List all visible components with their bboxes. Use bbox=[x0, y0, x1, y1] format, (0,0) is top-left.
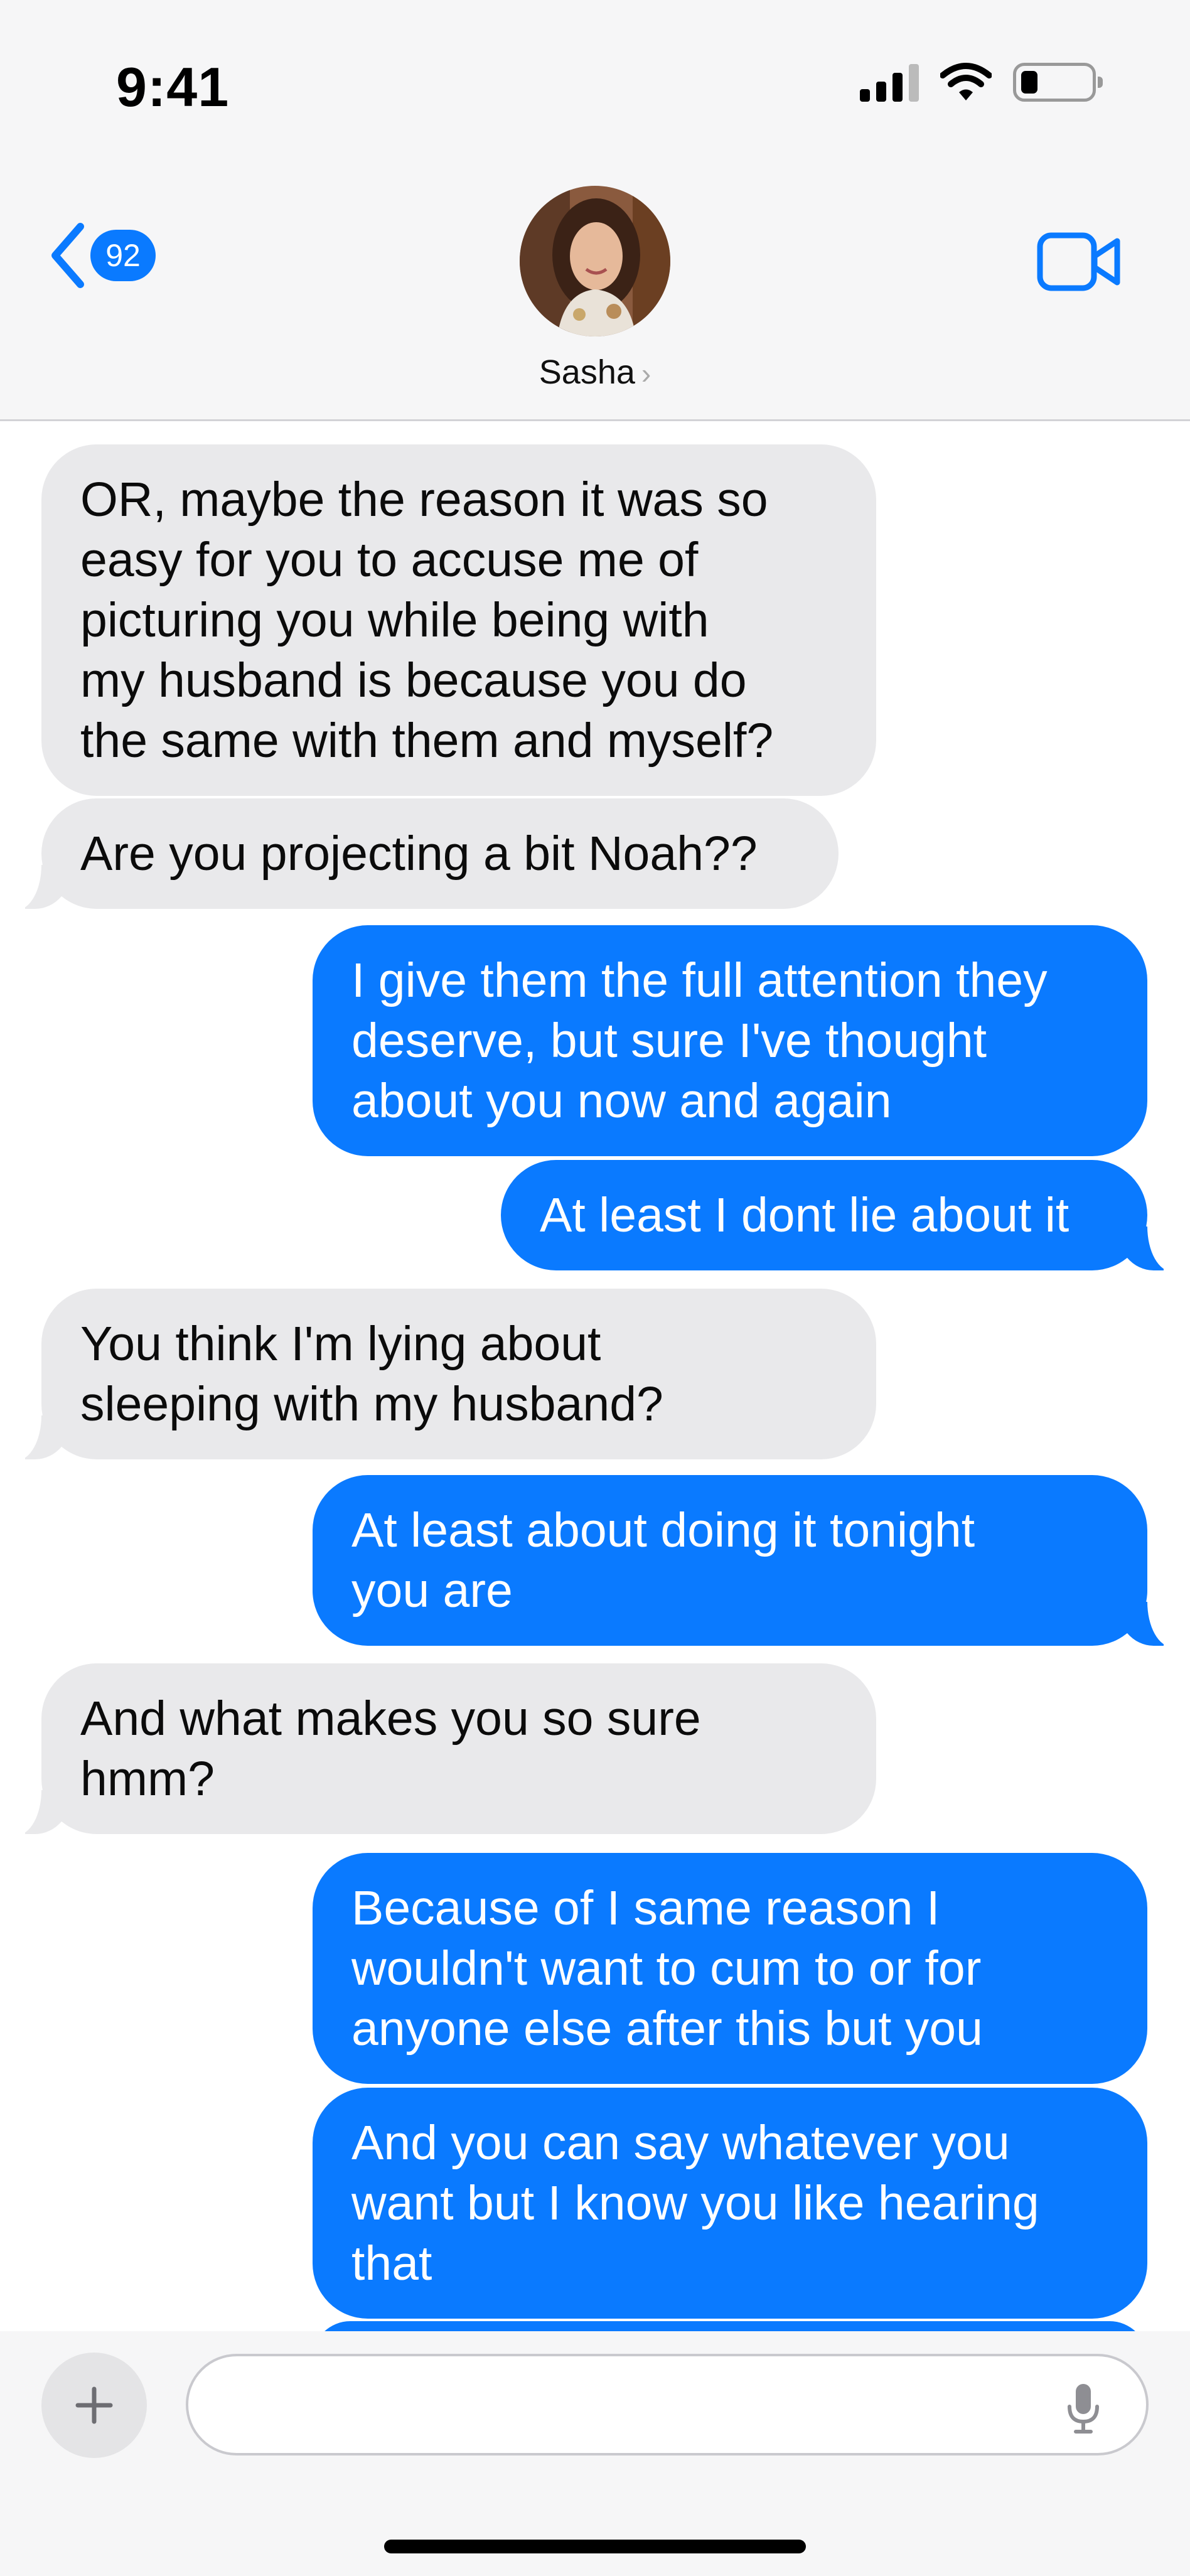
back-button[interactable]: 92 bbox=[49, 223, 156, 288]
message-bubble-outgoing[interactable]: At least I dont lie about it bbox=[501, 1160, 1184, 1272]
chevron-right-icon: › bbox=[641, 357, 651, 390]
message-bubble-outgoing[interactable]: At least about doing it tonight you are bbox=[313, 1475, 1184, 1647]
unread-count-badge: 92 bbox=[90, 230, 156, 281]
home-indicator[interactable] bbox=[384, 2540, 806, 2553]
microphone-icon bbox=[1068, 2384, 1099, 2434]
message-input[interactable] bbox=[213, 2375, 1032, 2439]
battery-icon bbox=[1013, 63, 1103, 102]
message-bubble-outgoing[interactable]: And you can say whatever you want but I … bbox=[313, 2088, 1147, 2319]
add-attachment-button[interactable] bbox=[41, 2353, 147, 2458]
signal-icon bbox=[860, 63, 919, 102]
message-bubble-incoming[interactable]: Are you projecting a bit Noah?? bbox=[5, 798, 839, 910]
status-time: 9:41 bbox=[116, 56, 230, 118]
plus-icon bbox=[75, 2386, 113, 2424]
wifi-icon bbox=[940, 63, 992, 100]
conversation-header: 92 Sasha › bbox=[0, 163, 1190, 421]
message-input-container bbox=[186, 2354, 1149, 2455]
status-icons bbox=[860, 63, 1103, 102]
back-chevron-icon bbox=[51, 223, 84, 288]
avatar-photo bbox=[520, 186, 670, 336]
message-bubble-incoming[interactable]: You think I'm lying about sleeping with … bbox=[5, 1289, 876, 1461]
message-bubble-outgoing-partial[interactable] bbox=[313, 2321, 1147, 2331]
message-bubble-incoming[interactable]: And what makes you so sure hmm? bbox=[5, 1663, 876, 1835]
message-bubble-incoming[interactable]: OR, maybe the reason it was so easy for … bbox=[41, 444, 876, 796]
message-thread[interactable]: OR, maybe the reason it was so easy for … bbox=[0, 419, 1190, 2331]
contact-avatar[interactable] bbox=[520, 186, 670, 336]
dictation-button[interactable] bbox=[1064, 2381, 1102, 2439]
composer-bar bbox=[0, 2331, 1190, 2576]
status-bar: 9:41 bbox=[0, 0, 1190, 163]
message-bubble-outgoing[interactable]: I give them the full attention they dese… bbox=[313, 925, 1147, 1156]
contact-name[interactable]: Sasha › bbox=[0, 353, 1190, 392]
message-bubble-outgoing[interactable]: Because of I same reason I wouldn't want… bbox=[313, 1853, 1147, 2084]
facetime-video-button[interactable] bbox=[1037, 232, 1122, 294]
video-camera-icon bbox=[1037, 232, 1120, 291]
